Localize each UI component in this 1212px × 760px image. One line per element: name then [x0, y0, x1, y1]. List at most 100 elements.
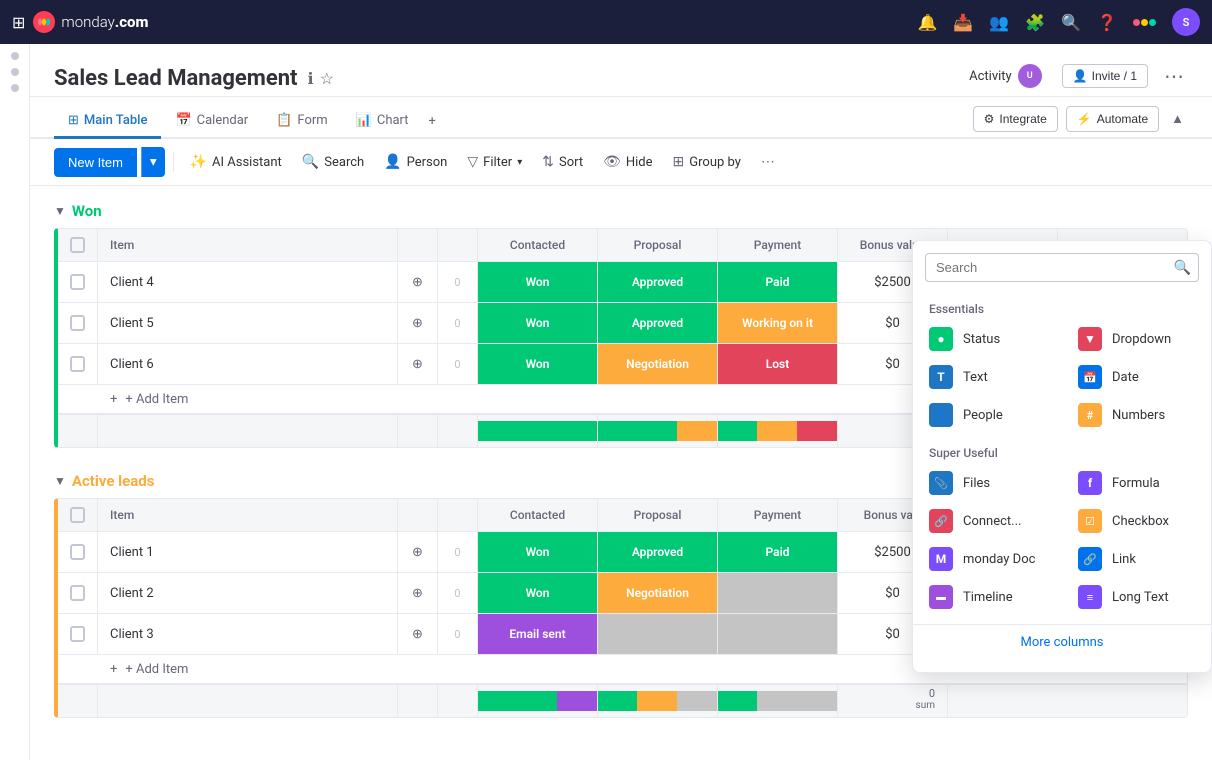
group-won-collapse[interactable]: ▼: [54, 204, 66, 218]
sidebar-item[interactable]: [11, 84, 19, 92]
ai-assistant-button[interactable]: ✨ AI Assistant: [182, 149, 290, 175]
row-proposal[interactable]: Approved: [598, 262, 718, 302]
panel-item-files[interactable]: 📎 Files: [913, 464, 1062, 502]
automate-button[interactable]: ⚡ Automate: [1066, 106, 1159, 132]
row-payment[interactable]: Lost: [718, 344, 838, 384]
link-icon: 🔗: [1078, 547, 1102, 571]
user-avatar[interactable]: S: [1172, 8, 1200, 36]
status-gray-badge: [718, 614, 837, 654]
row-add[interactable]: ⊕: [398, 614, 438, 654]
row-proposal[interactable]: Negotiation: [598, 573, 718, 613]
inbox-icon[interactable]: 📥: [953, 13, 973, 32]
automate-icon: ⚡: [1077, 112, 1092, 126]
panel-item-date[interactable]: 📅 Date: [1062, 358, 1211, 396]
new-item-dropdown-button[interactable]: ▾: [141, 147, 165, 177]
status-paid-badge: Paid: [718, 532, 837, 572]
status-lost-badge: Lost: [718, 344, 837, 384]
row-proposal[interactable]: Approved: [598, 303, 718, 343]
row-contacted[interactable]: Won: [478, 303, 598, 343]
row-contacted[interactable]: Won: [478, 344, 598, 384]
row-add[interactable]: ⊕: [398, 573, 438, 613]
add-item-icon: +: [110, 662, 117, 677]
add-tab-button[interactable]: +: [423, 106, 442, 137]
more-toolbar-button[interactable]: ⋯: [753, 149, 783, 175]
sum-contacted: [478, 685, 598, 717]
hide-icon: 👁: [603, 154, 621, 170]
row-contacted[interactable]: Won: [478, 262, 598, 302]
group-by-button[interactable]: ⊞ Group by: [665, 149, 749, 175]
tab-main-table[interactable]: ⊞ Main Table: [54, 105, 161, 139]
collapse-tabs-button[interactable]: ▲: [1167, 107, 1188, 131]
row-payment[interactable]: Working on it: [718, 303, 838, 343]
longtext-label: Long Text: [1112, 590, 1169, 605]
sidebar-item[interactable]: [11, 68, 19, 76]
activity-button[interactable]: Activity U: [961, 60, 1050, 92]
more-options-button[interactable]: ⋯: [1160, 60, 1188, 92]
header-checkbox[interactable]: [70, 507, 85, 523]
client-name: Client 1: [110, 545, 154, 560]
essentials-title: Essentials: [913, 298, 1211, 320]
row-item-name: Client 6: [98, 344, 398, 384]
row-item-name: Client 5: [98, 303, 398, 343]
row-payment[interactable]: [718, 614, 838, 654]
row-add[interactable]: ⊕: [398, 532, 438, 572]
tab-calendar[interactable]: 📅 Calendar: [161, 105, 262, 139]
search-icon[interactable]: 🔍: [1061, 13, 1081, 32]
panel-item-formula[interactable]: f Formula: [1062, 464, 1211, 502]
panel-item-link[interactable]: 🔗 Link: [1062, 540, 1211, 578]
sort-button[interactable]: ⇅ Sort: [534, 149, 591, 175]
filter-button[interactable]: ▽ Filter ▾: [459, 149, 530, 175]
files-icon: 📎: [929, 471, 953, 495]
row-contacted[interactable]: Email sent: [478, 614, 598, 654]
panel-item-status[interactable]: ● Status: [913, 320, 1062, 358]
col-item-header: Item: [98, 229, 398, 261]
apps-icon[interactable]: 🧩: [1025, 13, 1045, 32]
person-filter-button[interactable]: 👤 Person: [376, 149, 455, 175]
panel-item-people[interactable]: 👤 People: [913, 396, 1062, 434]
board-header-icons: ℹ ☆: [308, 69, 334, 88]
invite-button[interactable]: 👤 Invite / 1: [1062, 64, 1148, 88]
group-won-title[interactable]: Won: [72, 202, 102, 220]
group-active-collapse[interactable]: ▼: [54, 474, 66, 488]
toolbar: New Item ▾ ✨ AI Assistant 🔍 Search 👤 Per…: [30, 139, 1212, 186]
row-contacted[interactable]: Won: [478, 573, 598, 613]
panel-item-timeline[interactable]: ▬ Timeline: [913, 578, 1062, 616]
row-add[interactable]: ⊕: [398, 344, 438, 384]
integrate-button[interactable]: ⚙ Integrate: [973, 106, 1058, 132]
row-add[interactable]: ⊕: [398, 262, 438, 302]
row-payment[interactable]: Paid: [718, 532, 838, 572]
status-label: Status: [963, 332, 1000, 347]
grid-icon[interactable]: ⊞: [12, 13, 25, 32]
row-contacted[interactable]: Won: [478, 532, 598, 572]
more-columns-button[interactable]: More columns: [913, 624, 1211, 660]
search-button[interactable]: 🔍 Search: [294, 149, 372, 175]
tab-chart[interactable]: 📊 Chart: [342, 105, 423, 139]
row-proposal[interactable]: [598, 614, 718, 654]
panel-item-longtext[interactable]: ≡ Long Text: [1062, 578, 1211, 616]
tab-form[interactable]: 📋 Form: [262, 105, 341, 139]
star-icon[interactable]: ☆: [320, 69, 334, 88]
help-icon[interactable]: ❓: [1097, 13, 1117, 32]
new-item-button[interactable]: New Item: [54, 148, 137, 177]
panel-item-text[interactable]: T Text: [913, 358, 1062, 396]
row-add[interactable]: ⊕: [398, 303, 438, 343]
connect-label: Connect...: [963, 514, 1021, 529]
people-icon[interactable]: 👥: [989, 13, 1009, 32]
panel-item-checkbox[interactable]: ☑ Checkbox: [1062, 502, 1211, 540]
panel-item-connect[interactable]: 🔗 Connect...: [913, 502, 1062, 540]
add-icon: ⊕: [412, 357, 423, 372]
panel-search-input[interactable]: [925, 253, 1199, 282]
bell-icon[interactable]: 🔔: [917, 13, 937, 32]
hide-button[interactable]: 👁 Hide: [595, 149, 660, 175]
panel-item-dropdown[interactable]: ▼ Dropdown: [1062, 320, 1211, 358]
info-icon[interactable]: ℹ: [308, 69, 314, 88]
sidebar-item[interactable]: [11, 52, 19, 60]
panel-item-mondaydoc[interactable]: M monday Doc: [913, 540, 1062, 578]
group-active-title[interactable]: Active leads: [72, 472, 155, 490]
row-proposal[interactable]: Negotiation: [598, 344, 718, 384]
row-payment[interactable]: [718, 573, 838, 613]
header-checkbox[interactable]: [70, 237, 85, 253]
row-proposal[interactable]: Approved: [598, 532, 718, 572]
row-payment[interactable]: Paid: [718, 262, 838, 302]
panel-item-numbers[interactable]: # Numbers: [1062, 396, 1211, 434]
